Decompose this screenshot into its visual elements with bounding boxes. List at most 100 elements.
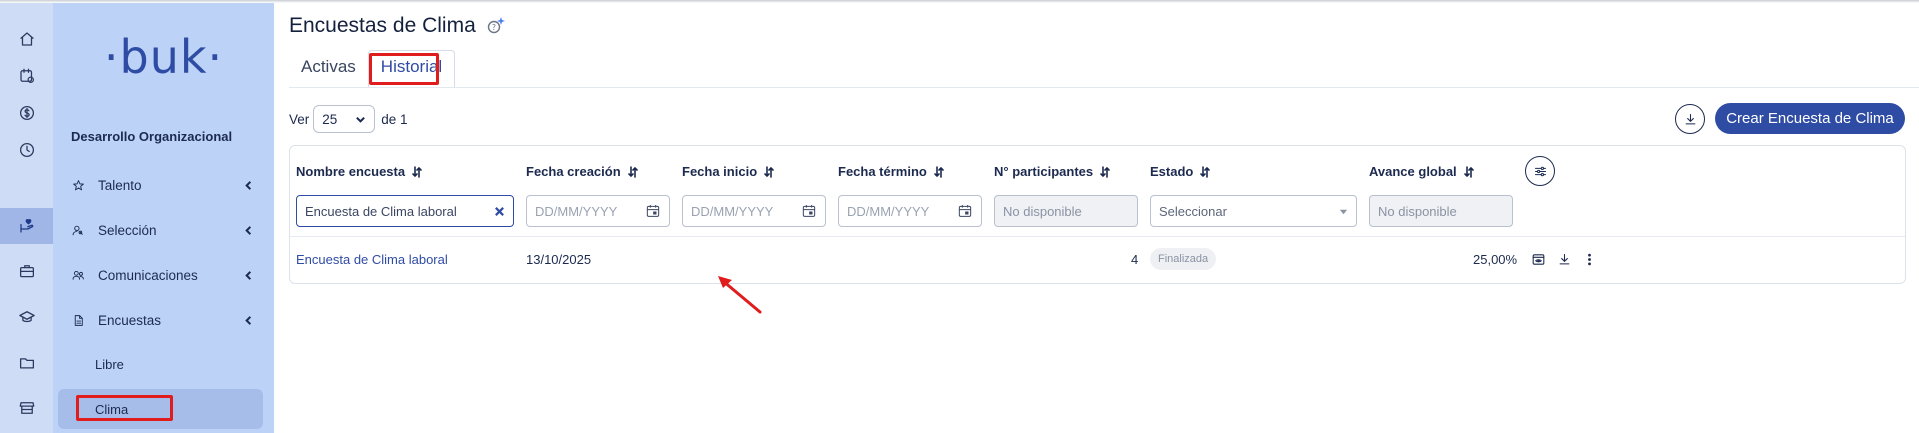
pager-prefix: Ver [289, 111, 310, 127]
survey-name-link[interactable]: Encuesta de Clima laboral [296, 252, 448, 267]
sidebar-item-comunicaciones[interactable]: Comunicaciones [58, 258, 263, 292]
clock-icon[interactable] [0, 132, 53, 168]
pager-suffix: de 1 [381, 111, 408, 127]
sidebar-item-label: Selección [98, 222, 157, 238]
page-title: Encuestas de Clima ? [289, 14, 506, 38]
sidebar-subitem-libre[interactable]: Libre [58, 344, 263, 384]
help-sparkle-icon[interactable]: ? [486, 16, 506, 36]
download-icon [1559, 253, 1569, 264]
graduation-cap-icon[interactable] [0, 299, 53, 335]
tabs: Activas Historial [289, 50, 456, 88]
sidebar-item-talento[interactable]: Talento [58, 168, 263, 202]
column-header-nombre[interactable]: Nombre encuesta [296, 164, 423, 179]
download-button[interactable] [1675, 104, 1705, 134]
status-badge: Finalizada [1150, 248, 1217, 270]
sidebar-item-label: Encuestas [98, 312, 162, 328]
tab-activas[interactable]: Activas [289, 50, 368, 88]
dollar-icon[interactable] [0, 95, 53, 131]
filter-participantes-input: No disponible [994, 195, 1138, 227]
row-divider [290, 236, 1905, 237]
main-content: Encuestas de Clima ? Activas Historial V… [274, 0, 1919, 433]
sidebar-section-title: Desarrollo Organizacional [71, 129, 233, 144]
page-size-select[interactable]: 25 [313, 105, 376, 133]
calendar-icon[interactable] [801, 203, 817, 219]
disabled-placeholder: No disponible [1378, 203, 1457, 219]
column-header-label: Avance global [1369, 164, 1457, 179]
sidebar-item-seleccion[interactable]: Selección [58, 213, 263, 247]
sidebar-item-label: Talento [98, 177, 142, 193]
folder-icon[interactable] [0, 345, 53, 381]
chevron-left-icon [233, 225, 263, 236]
calendar-icon[interactable] [957, 203, 973, 219]
chevron-left-icon [233, 270, 263, 281]
filter-fecha-termino-input[interactable]: DD/MM/YYYY [838, 195, 982, 227]
surveys-table: Nombre encuesta Fecha creación Fecha ini… [289, 145, 1906, 284]
sort-icon [1100, 165, 1110, 178]
sort-icon [764, 165, 774, 178]
eye-window-icon [1532, 253, 1544, 265]
calendar-clock-icon[interactable] [0, 58, 53, 94]
column-header-label: Fecha creación [526, 164, 621, 179]
svg-text:?: ? [492, 23, 496, 32]
user-search-icon [72, 224, 94, 237]
sliders-icon [1534, 166, 1546, 176]
date-placeholder: DD/MM/YYYY [847, 203, 930, 219]
disabled-placeholder: No disponible [1003, 203, 1082, 219]
column-header-fecha-termino[interactable]: Fecha término [838, 164, 945, 179]
caret-down-icon [1339, 207, 1348, 216]
page-title-text: Encuestas de Clima [289, 14, 476, 37]
column-settings-button[interactable] [1525, 156, 1555, 186]
filter-nombre-input[interactable]: Encuesta de Clima laboral [296, 195, 514, 227]
column-header-estado[interactable]: Estado [1150, 164, 1211, 179]
hand-heart-icon[interactable] [0, 208, 53, 244]
date-placeholder: DD/MM/YYYY [535, 203, 618, 219]
buk-logo: ·buk· [103, 30, 224, 84]
date-placeholder: DD/MM/YYYY [691, 203, 774, 219]
sidebar: ·buk· Desarrollo Organizacional Talento … [53, 0, 274, 433]
annotation-arrow [718, 276, 762, 314]
store-icon[interactable] [0, 390, 53, 426]
column-header-fecha-creacion[interactable]: Fecha creación [526, 164, 639, 179]
column-header-fecha-inicio[interactable]: Fecha inicio [682, 164, 775, 179]
sidebar-item-label: Comunicaciones [98, 267, 198, 283]
participants-cell: 4 [1131, 252, 1139, 267]
filter-avance-input: No disponible [1369, 195, 1513, 227]
chevron-down-icon [356, 116, 366, 123]
filter-estado-select[interactable]: Seleccionar [1150, 195, 1357, 227]
filter-fecha-inicio-input[interactable]: DD/MM/YYYY [682, 195, 826, 227]
create-survey-button[interactable]: Crear Encuesta de Clima [1715, 103, 1905, 134]
users-icon [72, 269, 94, 282]
sort-icon [1200, 165, 1211, 178]
sidebar-subitem-label: Libre [95, 356, 124, 372]
sort-icon [934, 165, 944, 178]
page-size-value: 25 [322, 111, 338, 127]
filter-nombre-value: Encuesta de Clima laboral [305, 203, 457, 219]
column-header-avance[interactable]: Avance global [1369, 164, 1475, 179]
pager: Ver 25 de 1 [289, 105, 408, 133]
sidebar-subitem-clima[interactable]: Clima [58, 389, 263, 429]
chevron-left-icon [233, 315, 263, 326]
home-icon[interactable] [0, 21, 53, 57]
briefcase-icon[interactable] [0, 253, 53, 289]
progress-cell: 25,00% [1473, 252, 1518, 267]
more-options-button[interactable] [1580, 250, 1598, 268]
tabs-divider [289, 87, 1919, 88]
view-button[interactable] [1529, 250, 1547, 268]
calendar-icon[interactable] [645, 203, 661, 219]
sort-icon [1463, 165, 1474, 178]
column-header-label: Fecha inicio [682, 164, 758, 179]
clear-icon[interactable] [494, 206, 505, 217]
sidebar-subitem-label: Clima [95, 401, 129, 417]
column-header-label: Fecha término [838, 164, 927, 179]
column-header-label: Nombre encuesta [296, 164, 406, 179]
row-download-button[interactable] [1555, 250, 1573, 268]
tab-historial[interactable]: Historial [367, 50, 456, 88]
column-header-label: N° participantes [994, 164, 1094, 179]
column-header-participantes[interactable]: N° participantes [994, 164, 1111, 179]
filter-fecha-creacion-input[interactable]: DD/MM/YYYY [526, 195, 670, 227]
state-placeholder: Seleccionar [1159, 203, 1227, 219]
star-icon [72, 179, 94, 192]
sort-icon [627, 165, 638, 178]
sidebar-item-encuestas[interactable]: Encuestas [58, 303, 263, 337]
sort-icon [412, 165, 422, 178]
